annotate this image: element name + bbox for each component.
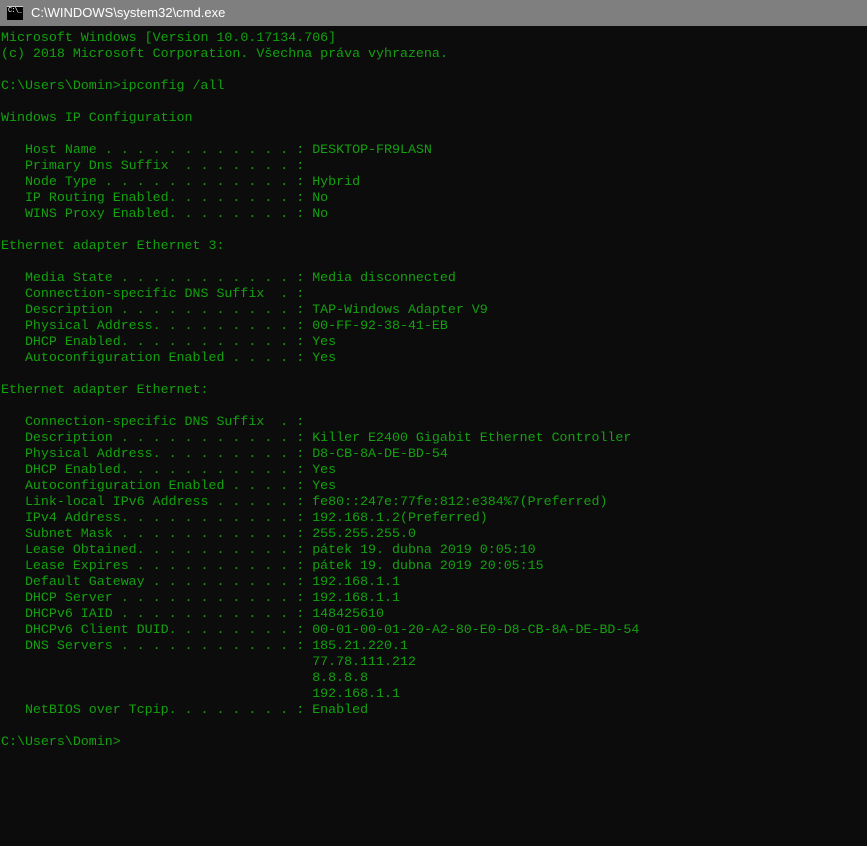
- terminal-line: [1, 398, 867, 414]
- terminal-line: Default Gateway . . . . . . . . . : 192.…: [1, 574, 867, 590]
- terminal-line: Host Name . . . . . . . . . . . . : DESK…: [1, 142, 867, 158]
- terminal-line: DHCPv6 Client DUID. . . . . . . . : 00-0…: [1, 622, 867, 638]
- window-title: C:\WINDOWS\system32\cmd.exe: [31, 0, 225, 26]
- titlebar[interactable]: C:\_ C:\WINDOWS\system32\cmd.exe: [0, 0, 867, 26]
- terminal-line: Ethernet adapter Ethernet:: [1, 382, 867, 398]
- terminal-line: Description . . . . . . . . . . . : TAP-…: [1, 302, 867, 318]
- terminal-line: (c) 2018 Microsoft Corporation. Všechna …: [1, 46, 867, 62]
- terminal-line: NetBIOS over Tcpip. . . . . . . . : Enab…: [1, 702, 867, 718]
- terminal-line: Ethernet adapter Ethernet 3:: [1, 238, 867, 254]
- terminal-line: Subnet Mask . . . . . . . . . . . : 255.…: [1, 526, 867, 542]
- terminal-line: Autoconfiguration Enabled . . . . : Yes: [1, 350, 867, 366]
- terminal-line: Media State . . . . . . . . . . . : Medi…: [1, 270, 867, 286]
- terminal-line: [1, 94, 867, 110]
- terminal-line: DNS Servers . . . . . . . . . . . : 185.…: [1, 638, 867, 654]
- terminal-line: WINS Proxy Enabled. . . . . . . . : No: [1, 206, 867, 222]
- cmd-icon[interactable]: C:\_: [7, 6, 23, 20]
- terminal-line: Description . . . . . . . . . . . : Kill…: [1, 430, 867, 446]
- terminal-line: 8.8.8.8: [1, 670, 867, 686]
- terminal-screen[interactable]: Microsoft Windows [Version 10.0.17134.70…: [0, 26, 867, 846]
- terminal-line: IPv4 Address. . . . . . . . . . . : 192.…: [1, 510, 867, 526]
- terminal-line: DHCPv6 IAID . . . . . . . . . . . : 1484…: [1, 606, 867, 622]
- terminal-line: IP Routing Enabled. . . . . . . . : No: [1, 190, 867, 206]
- terminal-line: Lease Obtained. . . . . . . . . . : páte…: [1, 542, 867, 558]
- terminal-line: [1, 126, 867, 142]
- terminal-line: [1, 62, 867, 78]
- terminal-line: Microsoft Windows [Version 10.0.17134.70…: [1, 30, 867, 46]
- terminal-line: 77.78.111.212: [1, 654, 867, 670]
- terminal-line: Lease Expires . . . . . . . . . . : páte…: [1, 558, 867, 574]
- terminal-line: DHCP Server . . . . . . . . . . . : 192.…: [1, 590, 867, 606]
- terminal-line: Connection-specific DNS Suffix . :: [1, 286, 867, 302]
- terminal-line: Primary Dns Suffix . . . . . . . :: [1, 158, 867, 174]
- terminal-line: 192.168.1.1: [1, 686, 867, 702]
- terminal-line: [1, 222, 867, 238]
- terminal-line: DHCP Enabled. . . . . . . . . . . : Yes: [1, 462, 867, 478]
- terminal-line: [1, 254, 867, 270]
- terminal-line: C:\Users\Domin>: [1, 734, 867, 750]
- terminal-line: Node Type . . . . . . . . . . . . : Hybr…: [1, 174, 867, 190]
- terminal-line: DHCP Enabled. . . . . . . . . . . : Yes: [1, 334, 867, 350]
- terminal-line: Connection-specific DNS Suffix . :: [1, 414, 867, 430]
- terminal-line: Autoconfiguration Enabled . . . . : Yes: [1, 478, 867, 494]
- terminal-line: C:\Users\Domin>ipconfig /all: [1, 78, 867, 94]
- terminal-line: [1, 366, 867, 382]
- terminal-line: [1, 718, 867, 734]
- terminal-line: Physical Address. . . . . . . . . : D8-C…: [1, 446, 867, 462]
- terminal-line: Physical Address. . . . . . . . . : 00-F…: [1, 318, 867, 334]
- terminal-line: Windows IP Configuration: [1, 110, 867, 126]
- cmd-window: C:\_ C:\WINDOWS\system32\cmd.exe Microso…: [0, 0, 867, 846]
- terminal-line: Link-local IPv6 Address . . . . . : fe80…: [1, 494, 867, 510]
